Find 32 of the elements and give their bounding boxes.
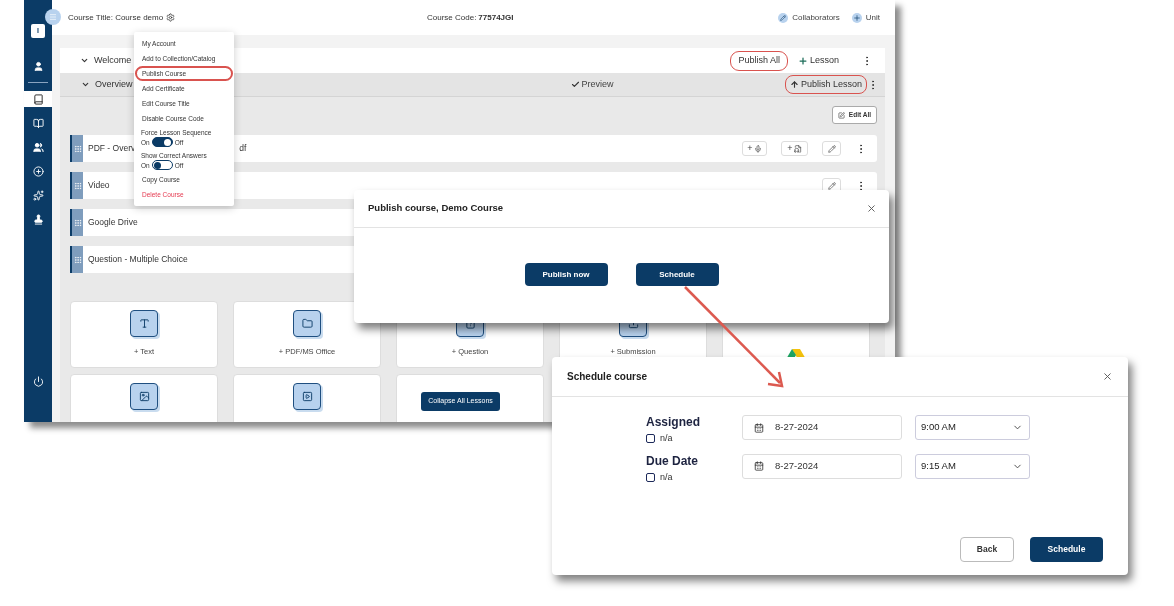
date-field[interactable]: 8-27-2024	[742, 453, 902, 479]
field-label: Assigned	[646, 415, 701, 430]
lesson-title: Overview	[95, 77, 133, 91]
course-title: Course Title: Course demo	[68, 11, 164, 24]
unit-title: Welcome	[94, 53, 132, 67]
content-item-title: Question - Multiple Choice	[88, 253, 188, 266]
collaborators-button[interactable]: Collaborators	[778, 11, 840, 24]
date-field[interactable]: 8-27-2024	[742, 415, 902, 440]
checkbox-label: n/a	[660, 470, 673, 484]
content-item-title: PDF - Overv	[88, 142, 136, 155]
schedule-button[interactable]: Schedule	[1030, 537, 1103, 562]
course-code-label: Course Code:	[427, 11, 477, 24]
course-code: 77574JGI	[478, 11, 514, 24]
time-select[interactable]: 9:15 AM	[915, 453, 1030, 479]
dialog-button[interactable]: Publish now	[524, 263, 608, 286]
add-lesson-button[interactable]: Lesson	[797, 53, 839, 68]
content-item-title: df	[239, 142, 247, 155]
preview-button[interactable]: Preview	[570, 77, 614, 92]
add-media-button[interactable]: +	[742, 141, 767, 156]
add-media-button[interactable]: +	[781, 141, 808, 156]
field-label: Due Date	[646, 453, 699, 469]
back-button[interactable]: Back	[960, 537, 1014, 562]
time-select[interactable]: 9:00 AM	[915, 415, 1030, 440]
add-unit-button[interactable]: Unit	[851, 11, 880, 24]
publish-lesson-button[interactable]: Publish Lesson	[784, 75, 867, 94]
checkbox-label: n/a	[660, 432, 673, 445]
dialog-button[interactable]: Schedule	[635, 263, 719, 286]
dialog-title: Publish course, Demo Course	[368, 201, 504, 216]
publish-all-button[interactable]: Publish All	[730, 50, 788, 71]
dialog-title: Schedule course	[567, 370, 648, 384]
content-item-title: Google Drive	[88, 216, 138, 229]
content-item-title: Video	[88, 179, 110, 192]
